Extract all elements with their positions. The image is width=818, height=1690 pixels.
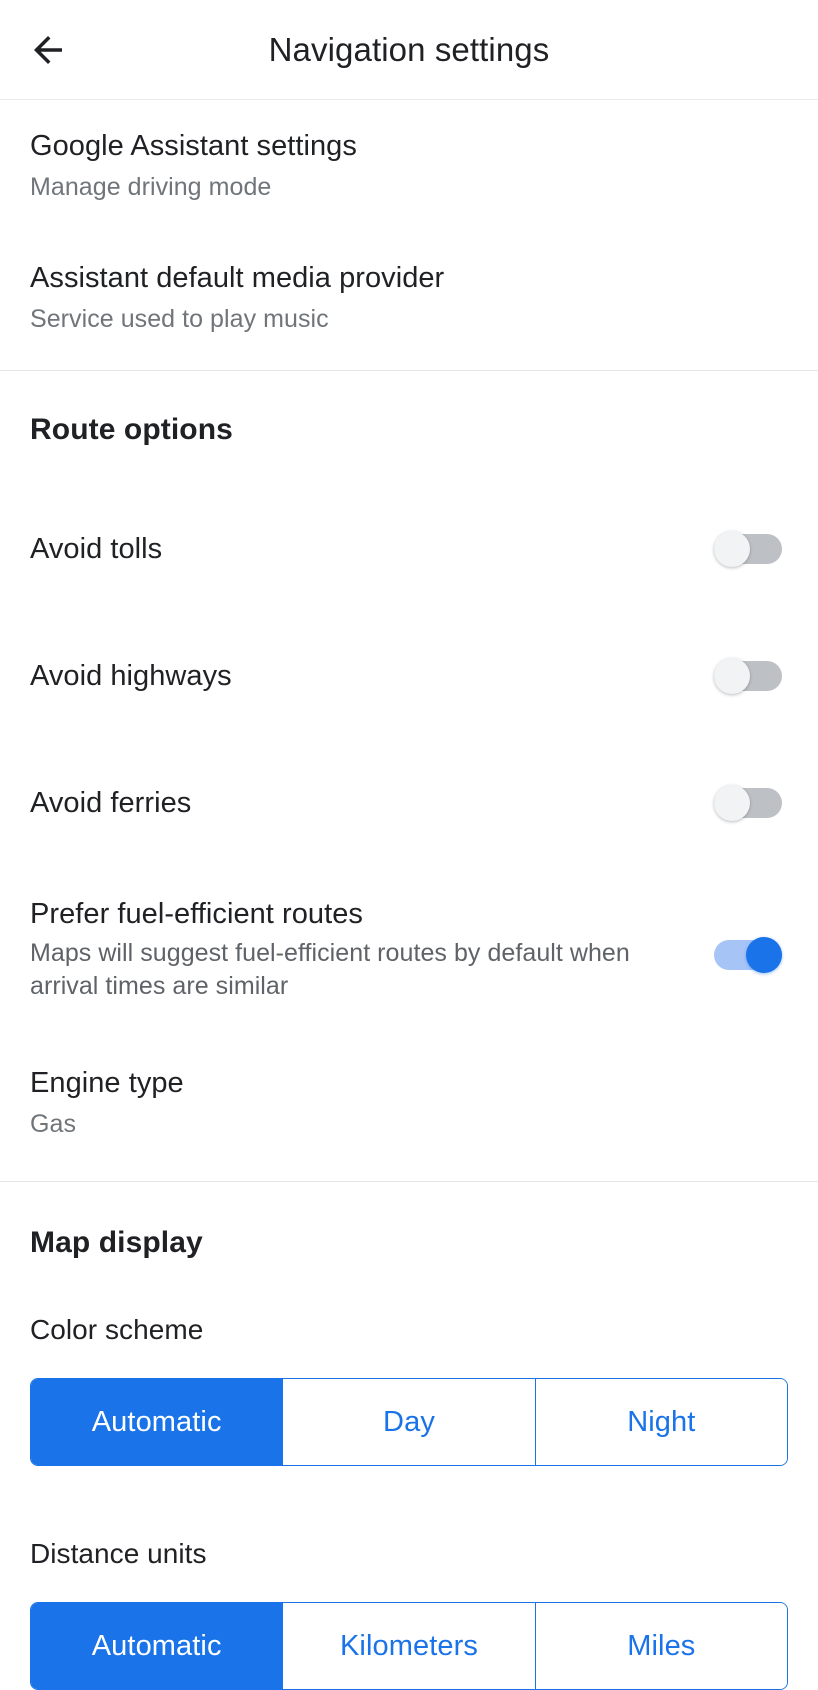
color-scheme-option-day[interactable]: Day [282,1379,535,1465]
distance-units-label: Distance units [30,1538,207,1569]
route-options-heading: Route options [30,413,233,446]
toggle-label: Avoid tolls [30,533,163,565]
list-item-title: Google Assistant settings [30,130,357,162]
list-item-google-assistant-settings[interactable]: Google Assistant settings Manage driving… [30,100,788,210]
toggle-row-prefer-fuel-efficient-routes[interactable]: Prefer fuel-efficient routes Maps will s… [30,895,788,1003]
app-bar: Navigation settings [0,0,818,100]
switch-knob [714,658,750,694]
toggle-row-avoid-tolls[interactable]: Avoid tolls [30,519,788,579]
toggle-label: Avoid highways [30,660,232,692]
toggle-text: Prefer fuel-efficient routes Maps will s… [30,895,714,1003]
distance-units-segmented-control[interactable]: Automatic Kilometers Miles [30,1602,788,1690]
switch-avoid-tolls[interactable] [714,531,782,567]
toggle-text: Avoid ferries [30,784,714,822]
engine-type-value: Gas [30,1110,76,1138]
switch-knob [714,785,750,821]
toggle-text: Avoid highways [30,657,714,695]
route-options-section: Route options Avoid tolls Avoid highways… [0,371,818,1181]
color-scheme-label: Color scheme [30,1314,204,1345]
distance-units-option-miles[interactable]: Miles [534,1603,787,1689]
list-item-assistant-default-media-provider[interactable]: Assistant default media provider Service… [30,210,788,370]
color-scheme-option-automatic[interactable]: Automatic [31,1379,283,1465]
color-scheme-segmented-control[interactable]: Automatic Day Night [30,1378,788,1466]
switch-avoid-ferries[interactable] [714,785,782,821]
list-item-subtitle: Manage driving mode [30,173,272,201]
map-display-section: Map display Color scheme Automatic Day N… [0,1182,818,1690]
arrow-left-icon [27,29,69,71]
list-item-engine-type[interactable]: Engine type Gas [30,1003,788,1181]
toggle-row-avoid-ferries[interactable]: Avoid ferries [30,773,788,833]
toggle-label: Avoid ferries [30,787,192,819]
list-item-subtitle: Service used to play music [30,305,329,333]
switch-knob [714,531,750,567]
switch-knob [746,937,782,973]
back-button[interactable] [0,0,96,100]
toggle-text: Avoid tolls [30,530,714,568]
distance-units-option-automatic[interactable]: Automatic [31,1603,283,1689]
engine-type-title: Engine type [30,1067,184,1099]
toggle-row-avoid-highways[interactable]: Avoid highways [30,646,788,706]
color-scheme-option-night[interactable]: Night [534,1379,787,1465]
map-display-heading: Map display [30,1226,203,1259]
list-item-title: Assistant default media provider [30,262,445,294]
switch-prefer-fuel-efficient-routes[interactable] [714,937,782,973]
switch-avoid-highways[interactable] [714,658,782,694]
toggle-description: Maps will suggest fuel-efficient routes … [30,939,630,1000]
assistant-section: Google Assistant settings Manage driving… [0,100,818,370]
distance-units-option-kilometers[interactable]: Kilometers [282,1603,535,1689]
toggle-label: Prefer fuel-efficient routes [30,898,363,930]
page-title: Navigation settings [268,30,550,68]
